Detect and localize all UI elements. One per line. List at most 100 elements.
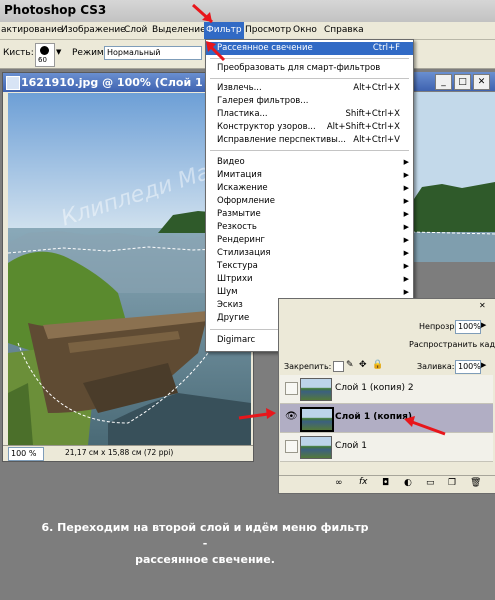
menu-item-extract[interactable]: Извлечь... Alt+Ctrl+X <box>206 82 413 95</box>
menu-item-vanishing-point[interactable]: Исправление перспективы... Alt+Ctrl+V <box>206 134 413 147</box>
menu-item-diffuse-glow[interactable]: Рассеянное свечение Ctrl+F <box>206 42 413 55</box>
panel-close-icon[interactable]: ✕ <box>479 301 491 311</box>
link-layers-icon[interactable]: ∞ <box>335 478 343 488</box>
minimize-icon[interactable]: _ <box>435 74 452 90</box>
menu-item-label: Пластика... <box>217 109 268 119</box>
menu-image[interactable]: Изображение <box>61 25 126 35</box>
lock-transparent-icon[interactable] <box>333 361 344 372</box>
submenu-distort[interactable]: Искажение ▶ <box>206 182 413 195</box>
document-size-info: 21,17 см x 15,88 см (72 ppi) <box>65 448 174 457</box>
new-layer-icon[interactable]: ❐ <box>448 478 456 488</box>
menu-item-shortcut: Alt+Shift+Ctrl+X <box>326 122 400 132</box>
annotation-arrow-layer <box>404 416 446 436</box>
submenu-arrow-icon: ▶ <box>403 275 409 283</box>
layer-row[interactable]: Слой 1 <box>280 433 493 462</box>
submenu-blur[interactable]: Размытие ▶ <box>206 208 413 221</box>
menu-item-filter-gallery[interactable]: Галерея фильтров... <box>206 95 413 108</box>
visibility-toggle[interactable] <box>285 440 298 453</box>
adjustment-layer-icon[interactable]: ◐ <box>404 478 412 488</box>
opacity-field[interactable]: 100% <box>455 320 481 334</box>
layer-thumbnail <box>300 436 332 459</box>
submenu-video[interactable]: Видео ▶ <box>206 156 413 169</box>
opacity-label: Непрозр.: <box>419 322 460 331</box>
menu-item-label: Галерея фильтров... <box>217 96 309 106</box>
trash-icon[interactable]: 🗑 <box>470 478 481 488</box>
menu-item-label: Шум <box>217 287 238 297</box>
layer-row-selected[interactable]: 👁 Слой 1 (копия) <box>280 404 493 433</box>
menu-item-label: Размытие <box>217 209 261 219</box>
submenu-arrow-icon: ▶ <box>403 197 409 205</box>
submenu-arrow-icon: ▶ <box>403 249 409 257</box>
menu-edit[interactable]: актирование <box>1 25 62 35</box>
lock-move-icon[interactable]: ✥ <box>359 360 367 370</box>
submenu-sharpen[interactable]: Резкость ▶ <box>206 221 413 234</box>
fx-icon[interactable]: fx <box>359 477 368 487</box>
annotation-arrow-eye <box>238 408 276 420</box>
submenu-arrow-icon: ▶ <box>403 171 409 179</box>
brush-preset-picker[interactable]: 60 <box>35 43 55 67</box>
menu-item-label: Преобразовать для смарт-фильтров <box>217 63 381 73</box>
menu-view[interactable]: Просмотр <box>245 25 291 35</box>
maximize-icon[interactable]: □ <box>454 74 471 90</box>
folder-icon[interactable]: ▭ <box>426 478 435 488</box>
menu-window[interactable]: Окно <box>293 25 317 35</box>
opacity-value: 100% <box>458 322 481 331</box>
menu-divider <box>210 78 409 79</box>
menu-item-label: Видео <box>217 157 245 167</box>
lock-all-icon[interactable]: 🔒 <box>372 360 383 370</box>
menu-item-label: Digimarc <box>217 335 256 345</box>
menu-item-shortcut: Alt+Ctrl+V <box>353 135 400 145</box>
menu-item-label: Имитация <box>217 170 262 180</box>
submenu-arrow-icon: ▶ <box>403 184 409 192</box>
submenu-artistic[interactable]: Имитация ▶ <box>206 169 413 182</box>
submenu-arrow-icon: ▶ <box>403 262 409 270</box>
document-status-bar: 100 % 21,17 см x 15,88 см (72 ppi) <box>3 445 253 461</box>
window-controls-bar: _ □ ✕ <box>412 72 495 91</box>
zoom-value: 100 % <box>11 449 37 458</box>
zoom-field[interactable]: 100 % <box>8 447 44 461</box>
menu-item-label: Извлечь... <box>217 83 262 93</box>
menu-bar: актирование Изображение Слой Выделение Ф… <box>0 22 495 40</box>
submenu-texture[interactable]: Текстура ▶ <box>206 260 413 273</box>
mask-icon[interactable]: ◘ <box>382 478 389 488</box>
submenu-render[interactable]: Рендеринг ▶ <box>206 234 413 247</box>
photo-right-strip <box>412 92 495 262</box>
close-icon[interactable]: ✕ <box>473 74 490 90</box>
chevron-down-icon[interactable]: ▼ <box>56 48 61 56</box>
mode-select[interactable]: Нормальный <box>104 46 202 60</box>
visibility-toggle[interactable] <box>285 382 298 395</box>
submenu-arrow-icon: ▶ <box>403 210 409 218</box>
submenu-arrow-icon: ▶ <box>403 236 409 244</box>
layer-thumbnail <box>300 378 332 401</box>
chevron-right-icon[interactable]: ▶ <box>481 361 486 369</box>
layers-footer: ∞ fx ◘ ◐ ▭ ❐ 🗑 <box>279 475 495 492</box>
layer-name: Слой 1 (копия) 2 <box>335 383 414 393</box>
eye-icon[interactable]: 👁 <box>285 411 298 422</box>
menu-item-label: Рендеринг <box>217 235 265 245</box>
caption-line-1: 6. Переходим на второй слой и идём меню … <box>41 521 369 550</box>
fill-field[interactable]: 100% <box>455 360 481 374</box>
layer-name: Слой 1 <box>335 441 367 451</box>
menu-layer[interactable]: Слой <box>124 25 147 35</box>
submenu-brush-strokes[interactable]: Штрихи ▶ <box>206 273 413 286</box>
submenu-pixelate[interactable]: Оформление ▶ <box>206 195 413 208</box>
menu-item-label: Стилизация <box>217 248 271 258</box>
mode-label: Режим: <box>72 48 107 58</box>
chevron-right-icon[interactable]: ▶ <box>481 321 486 329</box>
workspace-gap <box>412 262 495 298</box>
menu-item-pattern-maker[interactable]: Конструктор узоров... Alt+Shift+Ctrl+X <box>206 121 413 134</box>
menu-item-label: Конструктор узоров... <box>217 122 316 132</box>
menu-item-liquify[interactable]: Пластика... Shift+Ctrl+X <box>206 108 413 121</box>
brush-size: 60 <box>38 56 47 64</box>
submenu-stylize[interactable]: Стилизация ▶ <box>206 247 413 260</box>
layer-row[interactable]: Слой 1 (копия) 2 <box>280 375 493 404</box>
layer-thumbnail <box>300 407 334 432</box>
document-icon <box>6 76 20 90</box>
mode-value: Нормальный <box>107 48 161 57</box>
lock-paint-icon[interactable]: ✎ <box>346 360 354 370</box>
brush-dot-icon <box>40 46 49 55</box>
menu-help[interactable]: Справка <box>324 25 364 35</box>
menu-item-smart-filters[interactable]: Преобразовать для смарт-фильтров <box>206 62 413 75</box>
layers-panel: ✕ Непрозр.: 100% ▶ Распространить кадр 1… <box>278 298 495 494</box>
menu-item-label: Резкость <box>217 222 257 232</box>
